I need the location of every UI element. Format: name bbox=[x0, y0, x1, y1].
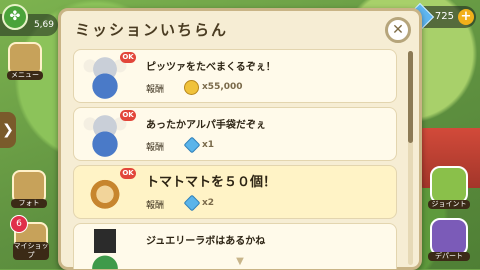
scrollbar[interactable] bbox=[408, 51, 413, 265]
photo-button[interactable]: フォト bbox=[11, 170, 47, 208]
depart-button[interactable]: デパート bbox=[428, 218, 470, 261]
menu-button[interactable]: メニュー bbox=[7, 42, 43, 80]
ok-badge: OK bbox=[120, 110, 136, 121]
gem-counter: 725 + bbox=[405, 2, 476, 32]
mission-row[interactable]: OK ピッツァをたべまくるぞぇ！ 報酬 x55,000 bbox=[73, 49, 397, 103]
myshop-badge: 6 bbox=[10, 215, 28, 233]
add-gems-button[interactable]: + bbox=[458, 9, 474, 25]
coin-icon bbox=[184, 80, 199, 95]
coin-count: 5,69 bbox=[33, 20, 54, 30]
gem-icon bbox=[183, 194, 201, 212]
reward-value: x1 bbox=[202, 140, 215, 150]
gem-icon bbox=[183, 136, 201, 154]
mission-title: あったかアルパ手袋だぞぇ bbox=[146, 120, 266, 131]
menu-label: メニュー bbox=[7, 71, 43, 80]
expand-arrow-button[interactable]: ❯ bbox=[0, 112, 16, 148]
tophat-avatar-icon bbox=[80, 227, 130, 269]
gem-count: 725 bbox=[434, 11, 454, 22]
mission-row[interactable]: ジュエリーラボはあるかね bbox=[73, 223, 397, 269]
myshop-label: マイショップ bbox=[13, 242, 49, 260]
ok-badge: OK bbox=[120, 52, 136, 63]
mission-title: ジュエリーラボはあるかね bbox=[146, 236, 266, 247]
mission-title: ピッツァをたべまくるぞぇ！ bbox=[146, 62, 276, 73]
panel-title: ミッションいちらん bbox=[75, 21, 229, 39]
mission-title: トマトマトを５０個！ bbox=[146, 175, 277, 190]
mission-list[interactable]: OK ピッツァをたべまくるぞぇ！ 報酬 x55,000 OK あったかアルパ手袋… bbox=[73, 47, 403, 269]
chevron-down-icon: ▼ bbox=[236, 256, 244, 267]
reward-label: 報酬 bbox=[146, 201, 165, 211]
ok-badge: OK bbox=[120, 168, 136, 179]
clover-icon[interactable]: ✤ bbox=[2, 4, 28, 30]
depart-label: デパート bbox=[428, 252, 470, 261]
photo-label: フォト bbox=[11, 199, 47, 208]
mission-row[interactable]: OK トマトマトを５０個！ 報酬 x2 bbox=[73, 165, 397, 219]
mission-row[interactable]: OK あったかアルパ手袋だぞぇ 報酬 x1 bbox=[73, 107, 397, 161]
reward-value: x55,000 bbox=[202, 82, 243, 92]
scrollbar-thumb[interactable] bbox=[408, 51, 413, 143]
reward-value: x2 bbox=[202, 198, 215, 208]
reward-label: 報酬 bbox=[146, 85, 165, 95]
mission-list-panel: ミッションいちらん ✕ OK ピッツァをたべまくるぞぇ！ 報酬 x55,000 … bbox=[58, 8, 422, 270]
reward-label: 報酬 bbox=[146, 143, 165, 153]
joint-button[interactable]: ジョイント bbox=[428, 166, 470, 209]
close-button[interactable]: ✕ bbox=[385, 17, 411, 43]
joint-label: ジョイント bbox=[428, 200, 470, 209]
